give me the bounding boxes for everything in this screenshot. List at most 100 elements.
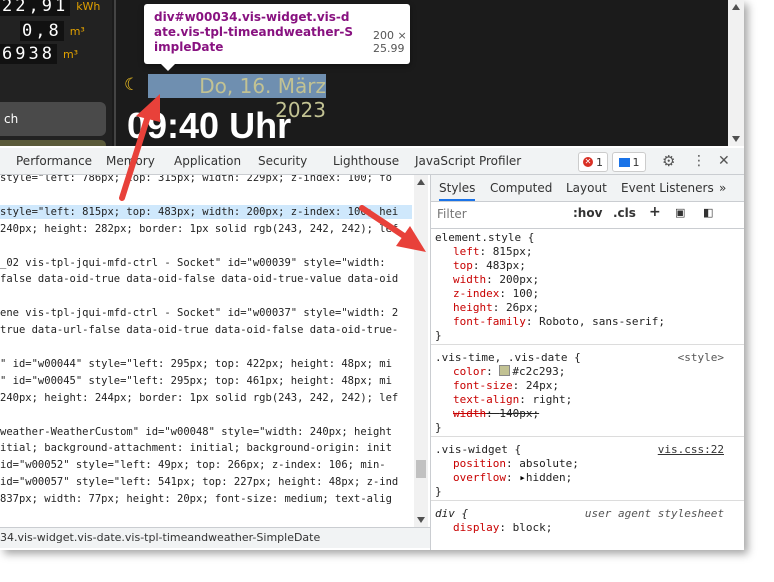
app-scrollbar[interactable]	[728, 0, 744, 146]
hover-state-button[interactable]: :hov	[573, 206, 602, 220]
css-declaration[interactable]: position: absolute;	[453, 457, 579, 471]
tab-security[interactable]: Security	[258, 148, 307, 174]
dom-node-line[interactable]	[0, 340, 412, 354]
css-property-name[interactable]: display	[453, 521, 499, 534]
dom-node-line[interactable]: itial; background-attachment: initial; b…	[0, 441, 412, 455]
css-property-value[interactable]: 140px;	[499, 407, 539, 420]
css-declaration[interactable]: text-align: right;	[453, 393, 572, 407]
css-property-name[interactable]: text-align	[453, 393, 519, 406]
close-icon[interactable]: ✕	[718, 152, 730, 170]
css-property-value[interactable]: Roboto, sans-serif;	[539, 315, 665, 328]
css-property-name[interactable]: position	[453, 457, 506, 470]
new-rule-button[interactable]: +	[649, 204, 661, 220]
dom-node-line[interactable]: 240px; height: 282px; border: 1px solid …	[0, 222, 412, 236]
css-property-name[interactable]: left	[453, 245, 480, 258]
dom-node-line[interactable]: 240px; height: 244px; border: 1px solid …	[0, 391, 412, 405]
css-property-name[interactable]: width	[453, 407, 486, 420]
css-property-value[interactable]: 483px;	[486, 259, 526, 272]
scroll-up-icon[interactable]	[732, 4, 740, 10]
css-declaration[interactable]: height: 26px;	[453, 301, 539, 315]
tab-javascript-profiler[interactable]: JavaScript Profiler	[415, 148, 521, 174]
dom-node-line[interactable]: id="w00052" style="left: 49px; top: 266p…	[0, 458, 412, 472]
css-property-value[interactable]: 200px;	[499, 273, 539, 286]
dom-node-line[interactable]: " id="w00044" style="left: 295px; top: 4…	[0, 357, 412, 371]
css-property-name[interactable]: overflow	[453, 471, 506, 484]
css-property-value[interactable]: block;	[513, 521, 553, 534]
css-property-name[interactable]: width	[453, 273, 486, 286]
dom-node-line[interactable]: style="left: 786px; top: 315px; width: 2…	[0, 175, 412, 185]
css-declaration[interactable]: font-family: Roboto, sans-serif;	[453, 315, 665, 329]
css-declaration[interactable]: left: 815px;	[453, 245, 533, 259]
tab-lighthouse[interactable]: Lighthouse	[333, 148, 399, 174]
css-declaration[interactable]: color: #c2c293;	[453, 365, 565, 379]
elements-scrollbar[interactable]	[414, 175, 428, 527]
tab-memory[interactable]: Memory	[106, 148, 155, 174]
dom-node-line[interactable]	[0, 239, 412, 253]
css-property-value[interactable]: 26px;	[506, 301, 539, 314]
rule-selector[interactable]: element.style {	[435, 231, 534, 245]
rule-source[interactable]: vis.css:22	[658, 443, 724, 457]
dom-breadcrumb[interactable]: 34.vis-widget.vis-date.vis-tpl-timeandwe…	[0, 527, 430, 548]
gear-icon[interactable]: ⚙	[662, 152, 675, 170]
css-declaration[interactable]: width: 140px;	[453, 407, 539, 421]
dom-node-line[interactable]	[0, 188, 412, 202]
dom-node-line[interactable]: weather-WeatherCustom" id="w00048" style…	[0, 425, 412, 439]
scroll-thumb[interactable]	[416, 460, 426, 478]
tab-event-listeners[interactable]: Event Listeners	[621, 175, 714, 201]
scroll-down-icon[interactable]	[417, 517, 425, 523]
date-widget[interactable]: Do, 16. März 2023	[148, 74, 326, 122]
more-tabs-icon[interactable]: »	[719, 175, 726, 201]
css-property-name[interactable]: height	[453, 301, 493, 314]
dom-node-line-selected[interactable]: style="left: 815px; top: 483px; width: 2…	[0, 204, 412, 219]
message-count-button[interactable]: 1	[612, 152, 646, 172]
dom-node-line[interactable]: " id="w00045" style="left: 295px; top: 4…	[0, 374, 412, 388]
css-colon: :	[505, 457, 520, 470]
css-declaration[interactable]: display: block;	[453, 521, 552, 535]
css-property-value[interactable]: #c2c293;	[512, 365, 565, 378]
dom-node-line[interactable]: true data-url-false data-oid-true data-o…	[0, 323, 412, 337]
css-property-value[interactable]: 815px;	[493, 245, 533, 258]
tab-computed[interactable]: Computed	[490, 175, 552, 201]
tab-performance[interactable]: Performance	[16, 148, 92, 174]
css-declaration[interactable]: z-index: 100;	[453, 287, 539, 301]
tab-styles[interactable]: Styles	[439, 175, 476, 201]
tab-layout[interactable]: Layout	[566, 175, 607, 201]
css-declaration[interactable]: font-size: 24px;	[453, 379, 559, 393]
dom-node-line[interactable]	[0, 408, 412, 422]
filter-input[interactable]	[435, 205, 565, 223]
rule-selector[interactable]: div {	[435, 507, 468, 521]
rule-selector[interactable]: .vis-widget {	[435, 443, 521, 457]
error-count-button[interactable]: ✕ 1	[578, 152, 608, 172]
expand-triangle-icon[interactable]: ▸	[519, 471, 526, 484]
class-toggle-button[interactable]: .cls	[613, 206, 636, 220]
dom-node-line[interactable]: 837px; width: 77px; height: 20px; font-s…	[0, 492, 412, 506]
css-declaration[interactable]: overflow: ▸hidden;	[453, 471, 572, 485]
css-property-value[interactable]: right;	[532, 393, 572, 406]
css-property-name[interactable]: top	[453, 259, 473, 272]
paint-icon[interactable]: ▣	[675, 206, 685, 219]
color-swatch-icon[interactable]	[499, 365, 511, 376]
tab-application[interactable]: Application	[174, 148, 241, 174]
dom-node-line[interactable]: false data-oid-true data-oid-false data-…	[0, 272, 412, 286]
rule-selector[interactable]: .vis-time, .vis-date {	[435, 351, 581, 365]
dom-node-line[interactable]	[0, 289, 412, 303]
css-property-name[interactable]: font-size	[453, 379, 513, 392]
dom-node-line[interactable]: id="w00057" style="left: 541px; top: 227…	[0, 475, 412, 489]
switch-button[interactable]: ch	[0, 102, 106, 136]
more-options-icon[interactable]: ⋮	[692, 152, 706, 170]
css-declaration[interactable]: width: 200px;	[453, 273, 539, 287]
css-property-value[interactable]: 24px;	[526, 379, 559, 392]
css-property-name[interactable]: font-family	[453, 315, 526, 328]
css-property-value[interactable]: hidden;	[526, 471, 572, 484]
dom-node-line[interactable]: ene vis-tpl-jqui-mfd-ctrl - Socket" id="…	[0, 306, 412, 320]
css-property-name[interactable]: z-index	[453, 287, 499, 300]
toggle-sidebar-icon[interactable]: ◧	[703, 206, 713, 219]
css-declaration[interactable]: top: 483px;	[453, 259, 526, 273]
css-property-name[interactable]: color	[453, 365, 486, 378]
css-property-value[interactable]: 100;	[513, 287, 540, 300]
scroll-down-icon[interactable]	[732, 136, 740, 142]
switch-button-secondary[interactable]	[0, 140, 106, 146]
dom-node-line[interactable]: _02 vis-tpl-jqui-mfd-ctrl - Socket" id="…	[0, 256, 412, 270]
scroll-up-icon[interactable]	[417, 179, 425, 185]
css-property-value[interactable]: absolute;	[519, 457, 579, 470]
